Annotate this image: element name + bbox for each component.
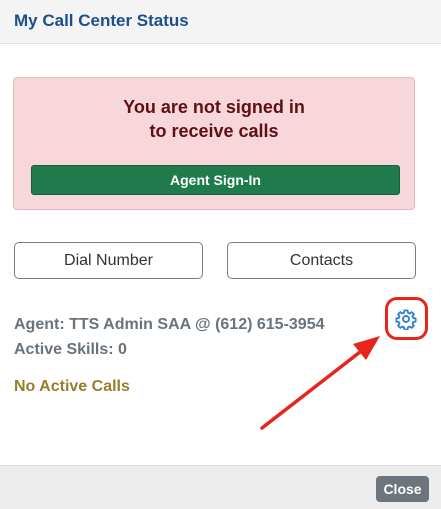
annotation-arrow	[260, 336, 380, 430]
dialog-footer	[0, 465, 441, 509]
close-button[interactable]: Close	[376, 476, 429, 502]
call-status: No Active Calls	[14, 378, 130, 395]
